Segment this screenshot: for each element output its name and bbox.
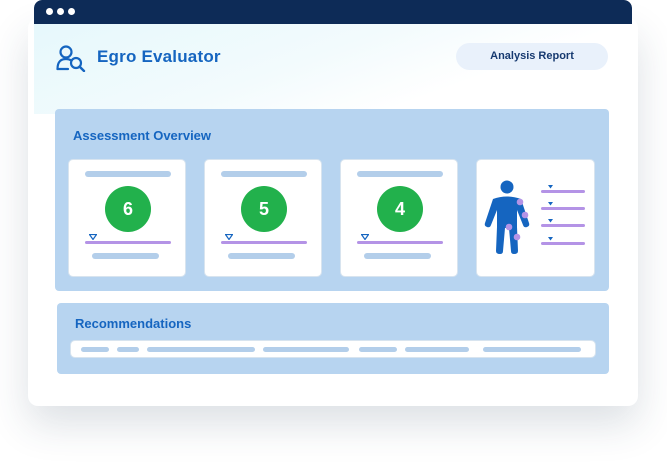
placeholder-bar (147, 347, 255, 352)
recommendations-title: Recommendations (75, 316, 192, 331)
analysis-report-button[interactable]: Analysis Report (456, 43, 608, 70)
placeholder-bar (357, 171, 443, 177)
score-card[interactable]: 4 (340, 159, 458, 277)
indicator-line (85, 241, 171, 244)
score-badge: 5 (241, 186, 287, 232)
placeholder-bar (221, 171, 307, 177)
score-card[interactable]: 6 (68, 159, 186, 277)
score-card[interactable]: 5 (204, 159, 322, 277)
window-dot[interactable] (46, 8, 53, 15)
body-analysis-card[interactable] (476, 159, 595, 277)
window-dot[interactable] (68, 8, 75, 15)
indicator-triangle-icon (89, 234, 97, 240)
assessment-overview-panel: Assessment Overview 6 5 4 (55, 109, 609, 291)
placeholder-bar (85, 171, 171, 177)
placeholder-bar (364, 253, 431, 259)
app-title: Egro Evaluator (97, 47, 221, 66)
placeholder-bar (359, 347, 397, 352)
window-dot[interactable] (57, 8, 64, 15)
placeholder-bar (263, 347, 349, 352)
placeholder-bar (92, 253, 159, 259)
placeholder-bar (483, 347, 581, 352)
user-search-icon (56, 45, 86, 72)
recommendations-list[interactable] (70, 340, 596, 358)
indicator-line (357, 241, 443, 244)
window-titlebar (34, 0, 632, 24)
placeholder-bar (81, 347, 109, 352)
recommendations-panel: Recommendations (57, 303, 609, 374)
placeholder-bar (117, 347, 139, 352)
indicator-line (221, 241, 307, 244)
body-indicators-icon (541, 185, 585, 245)
indicator-triangle-icon (225, 234, 233, 240)
placeholder-bar (228, 253, 295, 259)
assessment-overview-title: Assessment Overview (73, 128, 212, 143)
score-badge: 6 (105, 186, 151, 232)
app-window: Egro Evaluator Analysis Report Assessmen… (34, 0, 632, 398)
placeholder-bar (405, 347, 469, 352)
indicator-triangle-icon (361, 234, 369, 240)
score-badge: 4 (377, 186, 423, 232)
human-figure-icon (484, 180, 530, 254)
